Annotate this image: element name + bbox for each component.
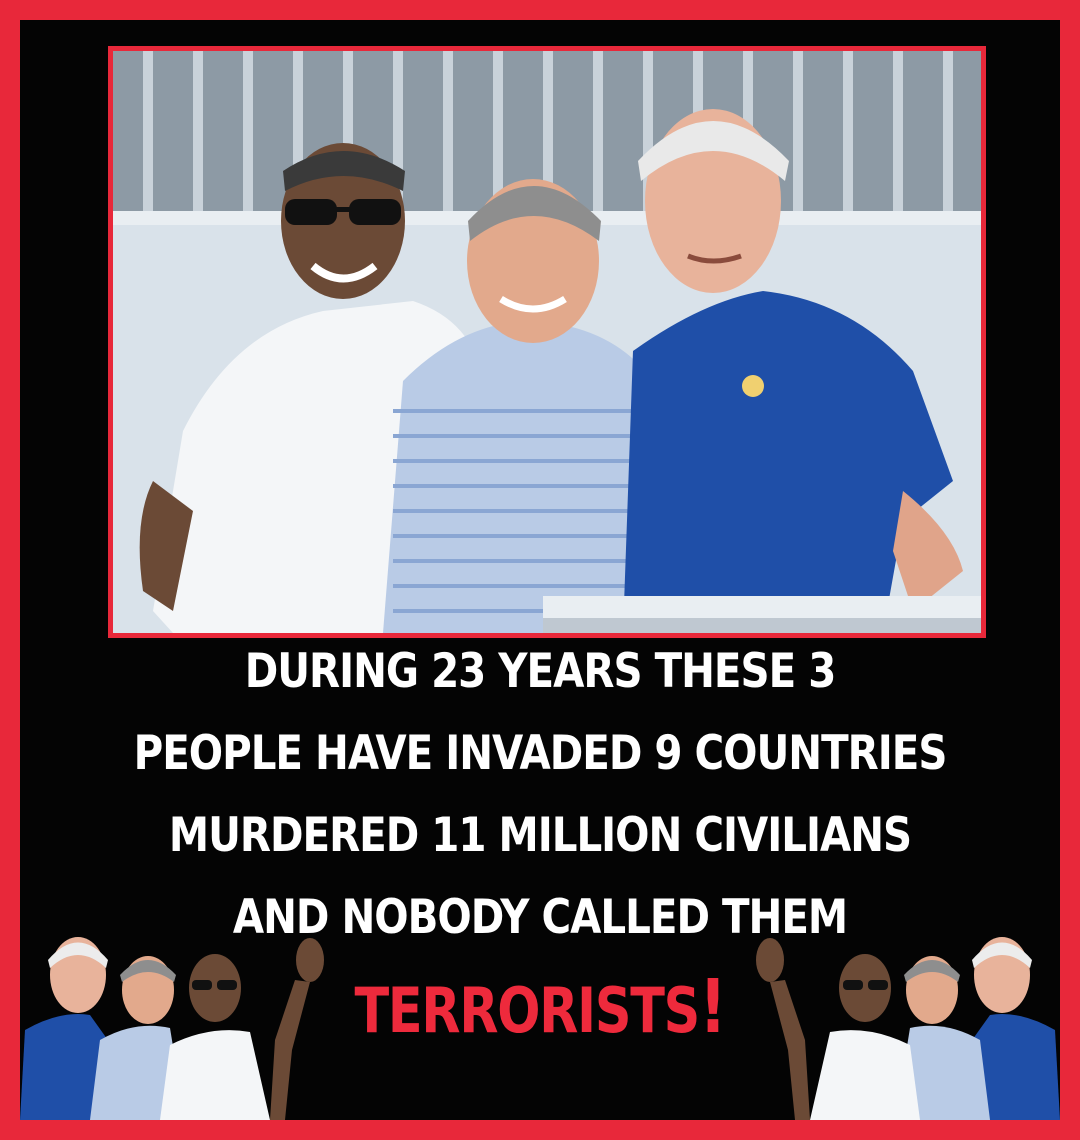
main-photo: [108, 46, 986, 638]
emphasis-text: TERRORISTS: [354, 974, 700, 1047]
caption-line-2: PEOPLE HAVE INVADED 9 COUNTRIES: [133, 726, 948, 781]
cutout-group-right: [750, 920, 1060, 1120]
caption-line-3: MURDERED 11 MILLION CIVILIANS: [168, 808, 912, 863]
cutout-left-illustration: [20, 937, 324, 1120]
cutout-group-left: [20, 920, 330, 1120]
meme-poster: DURING 23 YEARS THESE 3 PEOPLE HAVE INVA…: [0, 0, 1080, 1140]
caption-line-1: DURING 23 YEARS THESE 3: [244, 644, 837, 699]
exclamation-mark: !: [699, 964, 727, 1050]
cutout-right-illustration: [756, 937, 1060, 1120]
three-men-photo-illustration: [113, 51, 981, 633]
